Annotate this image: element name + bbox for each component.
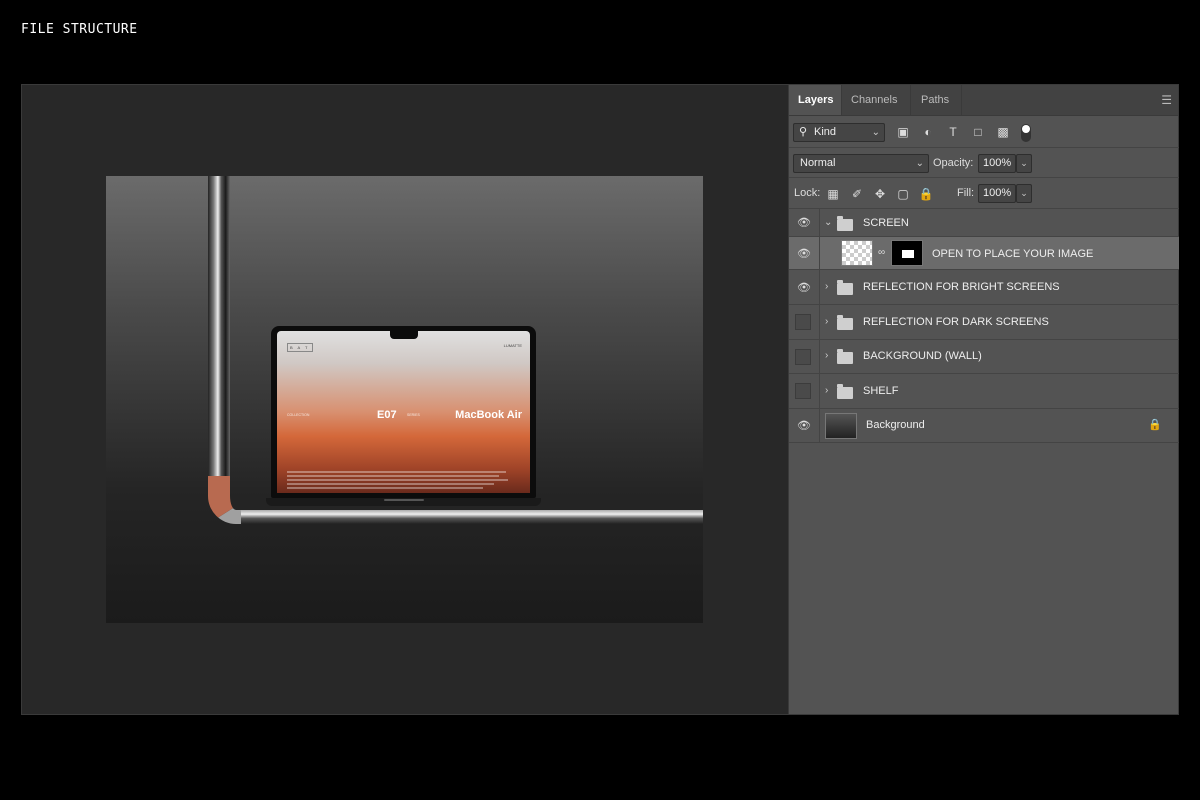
folder-icon [837, 315, 853, 330]
panel-tabs: Layers Channels Paths ☰ [789, 85, 1178, 116]
tab-channels[interactable]: Channels [842, 85, 906, 115]
chevron-right-icon[interactable]: › [825, 350, 828, 361]
chevron-down-icon[interactable]: ⌄ [824, 217, 832, 228]
chevron-right-icon[interactable]: › [825, 281, 828, 292]
lock-artboard-icon[interactable]: ▢ [895, 186, 911, 202]
visibility-cell: 👁 [789, 409, 820, 442]
chevron-right-icon[interactable]: › [825, 385, 828, 396]
layer-thumbnail [841, 240, 873, 266]
screen-text-lines [287, 471, 517, 491]
type-filter-icon[interactable]: T [945, 124, 961, 140]
eye-icon[interactable]: 👁 [797, 419, 811, 432]
laptop-screen: B A T LUMATTE COLLECTION E07 SERIES MacB… [277, 331, 530, 493]
tab-separator [910, 85, 911, 115]
visibility-cell: 👁 [789, 209, 820, 236]
lock-all-icon[interactable]: 🔒 [918, 186, 934, 202]
fill-dropdown[interactable]: ⌄ [1016, 184, 1032, 203]
lock-icon: 🔒 [1148, 419, 1162, 431]
tab-layers[interactable]: Layers [789, 85, 843, 115]
opacity-dropdown[interactable]: ⌄ [1016, 154, 1032, 173]
folder-icon [837, 280, 853, 295]
kind-filter-label: Kind [814, 126, 837, 138]
chevron-down-icon: ⌄ [915, 158, 924, 169]
laptop-mockup: B A T LUMATTE COLLECTION E07 SERIES MacB… [271, 326, 536, 498]
lock-position-move-icon[interactable]: ✥ [872, 186, 888, 202]
eye-icon[interactable]: 👁 [797, 216, 811, 229]
tab-separator [961, 85, 962, 115]
link-icon[interactable]: ∞ [878, 247, 885, 258]
folder-icon [837, 349, 853, 364]
filter-toggle-knob [1022, 125, 1030, 133]
fill-label: Fill: [957, 187, 975, 199]
visibility-cell [789, 374, 820, 408]
visibility-cell: 👁 [789, 237, 820, 269]
eye-icon[interactable]: 👁 [797, 247, 811, 260]
layer-name: REFLECTION FOR BRIGHT SCREENS [863, 281, 1060, 293]
screen-mid-label: SERIES [407, 413, 420, 417]
chevron-right-icon[interactable]: › [825, 316, 828, 327]
opacity-input[interactable]: 100% [978, 154, 1016, 173]
filter-row: ⚲ Kind ⌄ ▣ ◐ T □ ▩ [789, 116, 1179, 148]
laptop-base [266, 498, 541, 506]
shape-filter-icon[interactable]: □ [970, 124, 986, 140]
lock-row: Lock: ▦ ✐ ✥ ▢ 🔒 Fill: 100% ⌄ [789, 178, 1179, 209]
layer-name: Background [866, 419, 925, 431]
pipe-shelf [241, 510, 703, 524]
chevron-down-icon: ⌄ [871, 127, 880, 138]
layer-row-open-to-place[interactable]: 👁 ∞ OPEN TO PLACE YOUR IMAGE [789, 237, 1179, 270]
lock-label: Lock: [794, 187, 821, 199]
folder-icon [837, 384, 853, 399]
canvas-area[interactable]: B A T LUMATTE COLLECTION E07 SERIES MacB… [22, 85, 788, 714]
screen-notch [390, 331, 418, 339]
smart-object-filter-icon[interactable]: ▩ [995, 124, 1011, 140]
laptop-groove [384, 499, 424, 501]
layer-row-background[interactable]: 👁 Background 🔒 [789, 409, 1179, 443]
page-title: FILE STRUCTURE [21, 22, 138, 37]
visibility-toggle-off[interactable] [795, 314, 811, 330]
opacity-label: Opacity: [933, 157, 974, 169]
lock-image-brush-icon[interactable]: ✐ [849, 186, 865, 202]
layer-name: OPEN TO PLACE YOUR IMAGE [932, 248, 1094, 260]
fill-input[interactable]: 100% [978, 184, 1016, 203]
filter-toggle[interactable] [1021, 124, 1031, 142]
eye-icon[interactable]: 👁 [797, 281, 811, 294]
panel-menu-icon[interactable]: ☰ [1161, 93, 1172, 107]
screen-code: E07 [377, 409, 397, 421]
blend-mode-select[interactable]: Normal ⌄ [793, 154, 929, 173]
layer-name: BACKGROUND (WALL) [863, 350, 982, 362]
visibility-cell [789, 305, 820, 339]
adjustment-filter-icon[interactable]: ◐ [920, 124, 936, 140]
visibility-toggle-off[interactable] [795, 349, 811, 365]
layer-row-screen[interactable]: 👁 ⌄ SCREEN [789, 209, 1179, 237]
layer-name: SCREEN [863, 217, 909, 229]
search-icon: ⚲ [799, 126, 808, 138]
visibility-cell: 👁 [789, 270, 820, 304]
layer-name: SHELF [863, 385, 899, 397]
layer-name: REFLECTION FOR DARK SCREENS [863, 316, 1049, 328]
layer-row-background-wall[interactable]: › BACKGROUND (WALL) [789, 340, 1179, 374]
layers-panel: Layers Channels Paths ☰ ⚲ Kind ⌄ ▣ ◐ T □… [788, 85, 1179, 714]
screen-product: MacBook Air [455, 409, 522, 421]
pixel-filter-icon[interactable]: ▣ [895, 124, 911, 140]
pipe-vertical [208, 176, 230, 496]
tab-paths[interactable]: Paths [912, 85, 958, 115]
layer-mask-thumbnail [891, 240, 923, 266]
layer-row-reflection-bright[interactable]: 👁 › REFLECTION FOR BRIGHT SCREENS [789, 270, 1179, 305]
blend-mode-value: Normal [800, 157, 836, 169]
layer-thumbnail [825, 413, 857, 439]
blend-row: Normal ⌄ Opacity: 100% ⌄ [789, 148, 1179, 178]
screen-logo: B A T [287, 343, 313, 352]
visibility-cell [789, 340, 820, 373]
screen-left-label: COLLECTION [287, 413, 310, 417]
mockup-artboard: B A T LUMATTE COLLECTION E07 SERIES MacB… [106, 176, 703, 623]
layer-row-reflection-dark[interactable]: › REFLECTION FOR DARK SCREENS [789, 305, 1179, 340]
kind-filter-select[interactable]: ⚲ Kind ⌄ [793, 123, 885, 142]
folder-icon [837, 216, 853, 231]
screen-brand: LUMATTE [503, 343, 522, 348]
layer-row-shelf[interactable]: › SHELF [789, 374, 1179, 409]
photoshop-window: B A T LUMATTE COLLECTION E07 SERIES MacB… [21, 84, 1179, 715]
visibility-toggle-off[interactable] [795, 383, 811, 399]
lock-transparent-icon[interactable]: ▦ [825, 186, 841, 202]
